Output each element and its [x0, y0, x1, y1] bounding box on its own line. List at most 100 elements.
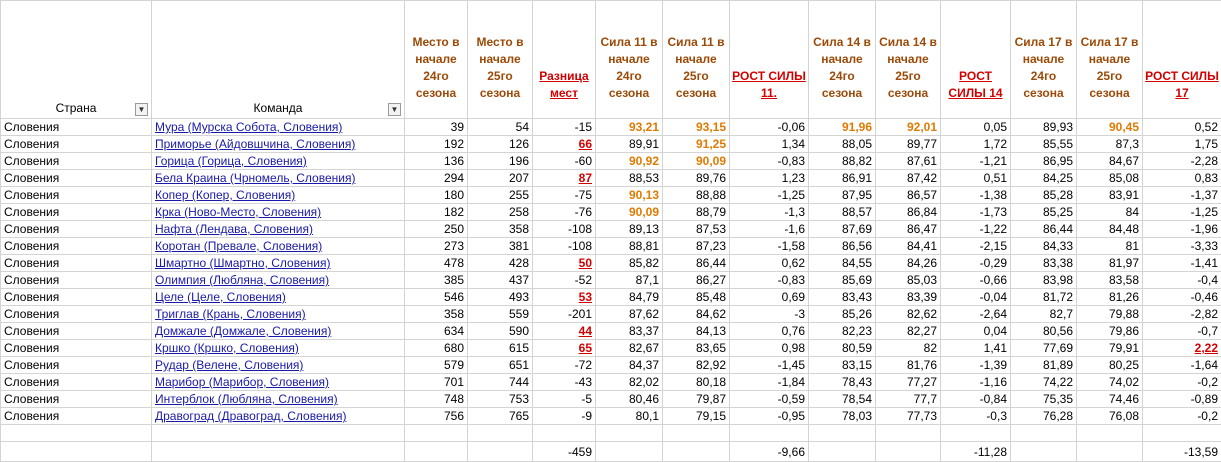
s17-24-cell: 81,72 — [1011, 289, 1077, 306]
s11-24-cell: 88,53 — [596, 170, 663, 187]
g14-cell: -1,39 — [941, 357, 1011, 374]
team-link[interactable]: Кршко (Кршко, Словения) — [152, 340, 405, 357]
s17-24-cell: 86,44 — [1011, 221, 1077, 238]
table-row: СловенияРудар (Велене, Словения)579651-7… — [1, 357, 1221, 374]
team-link[interactable]: Триглав (Крань, Словения) — [152, 306, 405, 323]
place25-cell: 196 — [468, 153, 533, 170]
s11-24-cell: 84,79 — [596, 289, 663, 306]
s14-25-cell: 82,27 — [876, 323, 941, 340]
place24-cell: 192 — [405, 136, 468, 153]
empty-cell — [152, 425, 405, 442]
s14-24-cell: 86,91 — [809, 170, 876, 187]
g17-cell: -0,4 — [1143, 272, 1221, 289]
s17-25-cell: 85,08 — [1077, 170, 1143, 187]
team-link[interactable]: Шмартно (Шмартно, Словения) — [152, 255, 405, 272]
table-row: СловенияДравоград (Дравоград, Словения)7… — [1, 408, 1221, 425]
place24-cell: 250 — [405, 221, 468, 238]
s17-24-cell: 77,69 — [1011, 340, 1077, 357]
team-link[interactable]: Нафта (Лендава, Словения) — [152, 221, 405, 238]
s14-24-cell: 88,05 — [809, 136, 876, 153]
place25-cell: 381 — [468, 238, 533, 255]
team-link[interactable]: Олимпия (Любляна, Словения) — [152, 272, 405, 289]
s17-24-cell: 74,22 — [1011, 374, 1077, 391]
g14-cell: -1,21 — [941, 153, 1011, 170]
s11-24-cell: 90,09 — [596, 204, 663, 221]
s14-24-cell: 86,56 — [809, 238, 876, 255]
diff-cell: -72 — [533, 357, 596, 374]
s11-25-cell: 89,76 — [663, 170, 730, 187]
empty-cell — [405, 442, 468, 462]
dropdown-arrow-icon[interactable]: ▼ — [388, 103, 401, 116]
s14-24-cell: 88,57 — [809, 204, 876, 221]
place24-cell: 634 — [405, 323, 468, 340]
empty-cell — [730, 425, 809, 442]
team-link[interactable]: Копер (Копер, Словения) — [152, 187, 405, 204]
place25-cell: 437 — [468, 272, 533, 289]
total-g14-cell: -11,28 — [941, 442, 1011, 462]
g11-cell: -0,59 — [730, 391, 809, 408]
s14-25-cell: 87,42 — [876, 170, 941, 187]
team-link[interactable]: Приморье (Айдовшчина, Словения) — [152, 136, 405, 153]
place24-cell: 180 — [405, 187, 468, 204]
s11-24-cell: 87,62 — [596, 306, 663, 323]
team-link[interactable]: Марибор (Марибор, Словения) — [152, 374, 405, 391]
s17-24-cell: 84,25 — [1011, 170, 1077, 187]
team-link[interactable]: Бела Краина (Чрномель, Словения) — [152, 170, 405, 187]
g14-cell: -1,38 — [941, 187, 1011, 204]
table-row: СловенияОлимпия (Любляна, Словения)38543… — [1, 272, 1221, 289]
empty-cell — [468, 442, 533, 462]
s14-24-cell: 78,54 — [809, 391, 876, 408]
s14-25-cell: 82 — [876, 340, 941, 357]
team-link[interactable]: Мура (Мурска Собота, Словения) — [152, 119, 405, 136]
s14-25-cell: 86,84 — [876, 204, 941, 221]
team-link[interactable]: Целе (Целе, Словения) — [152, 289, 405, 306]
s14-24-header: Сила 14 в начале 24го сезона — [809, 1, 876, 119]
team-link[interactable]: Домжале (Домжале, Словения) — [152, 323, 405, 340]
g14-cell: -0,04 — [941, 289, 1011, 306]
spreadsheet-table: Страна▼ Команда▼ Место в начале 24го сез… — [0, 0, 1221, 462]
s11-25-cell: 87,23 — [663, 238, 730, 255]
s17-24-cell: 80,56 — [1011, 323, 1077, 340]
s14-25-cell: 86,57 — [876, 187, 941, 204]
team-header-label: Команда — [254, 101, 303, 115]
s14-25-cell: 82,62 — [876, 306, 941, 323]
place25-cell: 615 — [468, 340, 533, 357]
s17-24-cell: 85,25 — [1011, 204, 1077, 221]
s14-25-cell: 84,26 — [876, 255, 941, 272]
table-row: СловенияГорица (Горица, Словения)136196-… — [1, 153, 1221, 170]
team-link[interactable]: Рудар (Велене, Словения) — [152, 357, 405, 374]
g17-header: РОСТ СИЛЫ 17 — [1143, 1, 1221, 119]
country-cell: Словения — [1, 187, 152, 204]
s14-25-cell: 87,61 — [876, 153, 941, 170]
s11-25-cell: 86,27 — [663, 272, 730, 289]
diff-cell: -60 — [533, 153, 596, 170]
place25-cell: 428 — [468, 255, 533, 272]
place24-cell: 136 — [405, 153, 468, 170]
s17-24-cell: 85,28 — [1011, 187, 1077, 204]
country-cell: Словения — [1, 340, 152, 357]
g11-cell: -3 — [730, 306, 809, 323]
place25-cell: 207 — [468, 170, 533, 187]
diff-cell: -75 — [533, 187, 596, 204]
team-link[interactable]: Горица (Горица, Словения) — [152, 153, 405, 170]
g11-header-label: РОСТ СИЛЫ 11. — [732, 69, 806, 100]
team-link[interactable]: Крка (Ново-Место, Словения) — [152, 204, 405, 221]
s11-25-cell: 85,48 — [663, 289, 730, 306]
s14-24-cell: 91,96 — [809, 119, 876, 136]
s11-24-cell: 88,81 — [596, 238, 663, 255]
team-link[interactable]: Интерблок (Любляна, Словения) — [152, 391, 405, 408]
team-link[interactable]: Дравоград (Дравоград, Словения) — [152, 408, 405, 425]
s17-25-cell: 79,91 — [1077, 340, 1143, 357]
s11-24-cell: 90,13 — [596, 187, 663, 204]
team-link[interactable]: Коротан (Превале, Словения) — [152, 238, 405, 255]
diff-cell: -108 — [533, 221, 596, 238]
country-cell: Словения — [1, 204, 152, 221]
g17-cell: -0,89 — [1143, 391, 1221, 408]
country-header-label: Страна — [56, 101, 97, 115]
s14-25-cell: 77,7 — [876, 391, 941, 408]
filter-active-icon[interactable]: ▼ — [135, 103, 148, 116]
s11-25-cell: 80,18 — [663, 374, 730, 391]
diff-cell: 65 — [533, 340, 596, 357]
s17-25-cell: 74,02 — [1077, 374, 1143, 391]
country-cell: Словения — [1, 323, 152, 340]
